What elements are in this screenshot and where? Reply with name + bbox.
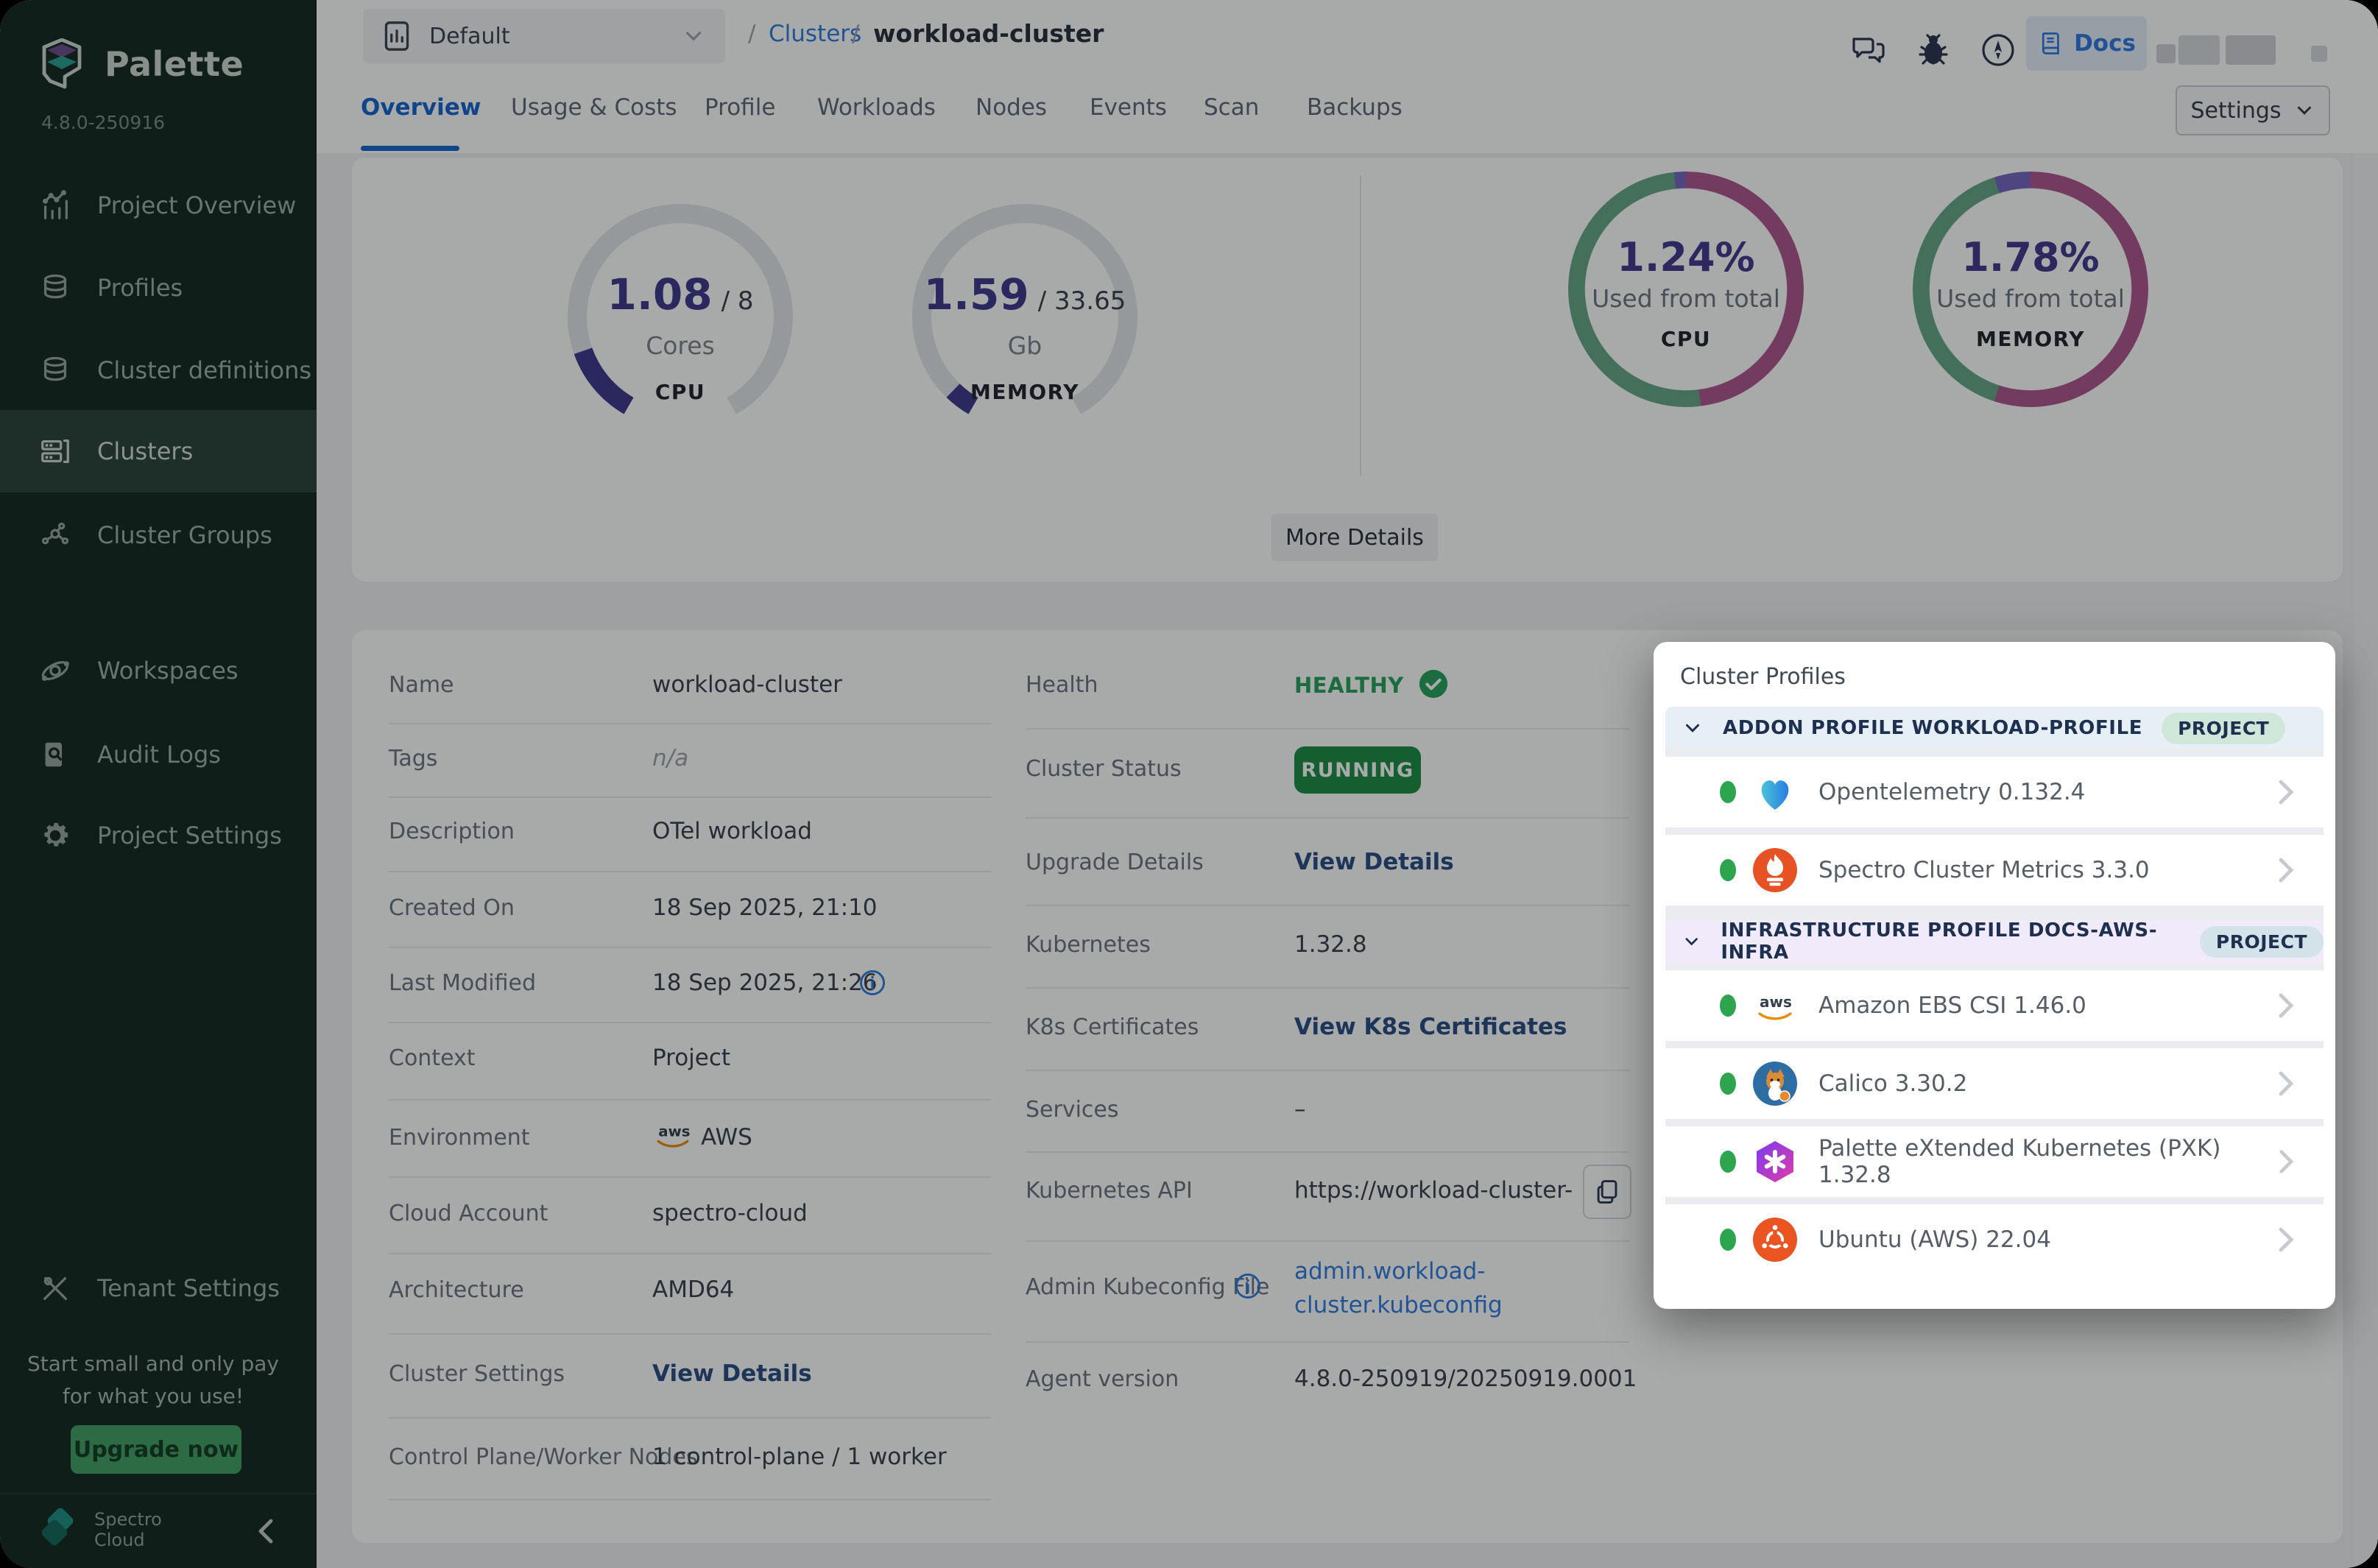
chevron-right-icon (2276, 855, 2296, 885)
profile-name: Amazon EBS CSI 1.46.0 (1818, 992, 2086, 1019)
chevron-right-icon (2276, 777, 2296, 807)
aws-icon: aws (1752, 983, 1798, 1028)
cluster-profiles-popover: Cluster Profiles ADDON PROFILE WORKLOAD-… (1654, 642, 2335, 1309)
palette-app: Palette 4.8.0-250916 Project Overview Pr… (0, 0, 2378, 1568)
addon-profile-section-header[interactable]: ADDON PROFILE WORKLOAD-PROFILE PROJECT (1665, 707, 2324, 749)
svg-text:aws: aws (1760, 993, 1792, 1011)
calico-icon (1752, 1061, 1798, 1106)
profile-row-spectro-cluster-metrics[interactable]: Spectro Cluster Metrics 3.3.0 (1665, 835, 2324, 905)
section-header-label: ADDON PROFILE WORKLOAD-PROFILE (1723, 717, 2142, 739)
status-dot-icon (1720, 1151, 1736, 1173)
pxk-icon (1752, 1139, 1798, 1184)
chevron-down-icon (1682, 930, 1701, 953)
profile-name: Calico 3.30.2 (1818, 1070, 1967, 1097)
profiles-list: ADDON PROFILE WORKLOAD-PROFILE PROJECT O… (1665, 707, 2324, 1275)
opentelemetry-icon (1752, 769, 1798, 815)
profile-name: Spectro Cluster Metrics 3.3.0 (1818, 857, 2150, 883)
popover-title: Cluster Profiles (1680, 664, 1846, 690)
profile-name: Palette eXtended Kubernetes (PXK) 1.32.8 (1818, 1135, 2277, 1188)
chevron-down-icon (1682, 717, 1704, 739)
profile-row-ubuntu[interactable]: Ubuntu (AWS) 22.04 (1665, 1204, 2324, 1275)
status-dot-icon (1720, 859, 1736, 881)
chevron-right-icon (2277, 1147, 2296, 1176)
ubuntu-icon (1752, 1217, 1798, 1262)
profile-row-amazon-ebs-csi[interactable]: aws Amazon EBS CSI 1.46.0 (1665, 970, 2324, 1041)
project-badge: PROJECT (2162, 713, 2285, 744)
status-dot-icon (1720, 1073, 1736, 1095)
chevron-right-icon (2276, 991, 2296, 1020)
profile-row-opentelemetry[interactable]: Opentelemetry 0.132.4 (1665, 757, 2324, 827)
prometheus-icon (1752, 847, 1798, 893)
chevron-right-icon (2276, 1069, 2296, 1098)
status-dot-icon (1720, 995, 1736, 1017)
profile-name: Ubuntu (AWS) 22.04 (1818, 1226, 2051, 1253)
profile-row-palette-extended-kubernetes[interactable]: Palette eXtended Kubernetes (PXK) 1.32.8 (1665, 1126, 2324, 1197)
app-window: Palette 4.8.0-250916 Project Overview Pr… (0, 0, 2378, 1568)
status-dot-icon (1720, 1229, 1736, 1251)
project-badge: PROJECT (2200, 926, 2324, 958)
profile-row-calico[interactable]: Calico 3.30.2 (1665, 1048, 2324, 1119)
status-dot-icon (1720, 781, 1736, 803)
section-header-label: INFRASTRUCTURE PROFILE DOCS-AWS-INFRA (1721, 919, 2181, 964)
profile-name: Opentelemetry 0.132.4 (1818, 779, 2085, 805)
chevron-right-icon (2276, 1225, 2296, 1254)
infrastructure-profile-section-header[interactable]: INFRASTRUCTURE PROFILE DOCS-AWS-INFRA PR… (1665, 920, 2324, 963)
